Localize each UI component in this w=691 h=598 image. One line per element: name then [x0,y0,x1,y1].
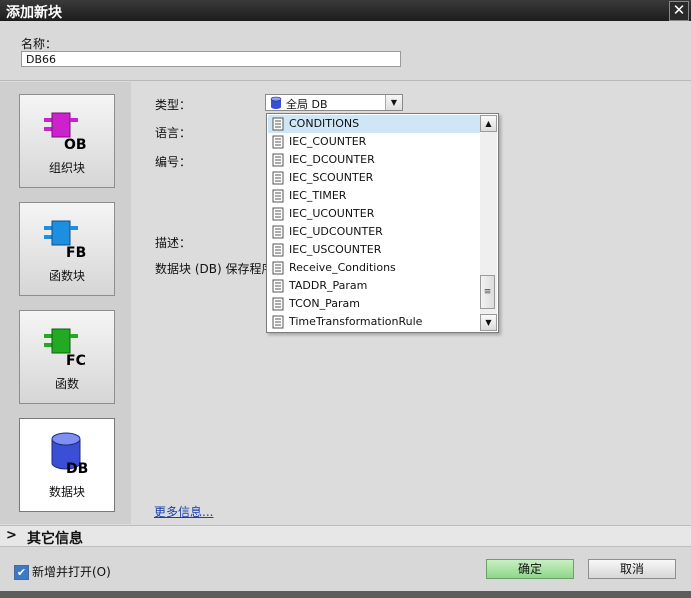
db-icon [270,96,282,109]
block-type-label: 函数 [54,377,79,391]
dropdown-option[interactable]: IEC_SCOUNTER [268,169,480,187]
add-new-block-dialog: 添加新块 ✕ 名称： DB66 OB 组织块 FB 函数块 FC 函数 DB 数… [0,0,691,598]
dropdown-option[interactable]: IEC_DCOUNTER [268,151,480,169]
data-type-icon [272,279,284,293]
data-type-icon [272,207,284,221]
dropdown-option[interactable]: TCON_Param [268,295,480,313]
window-bottom-edge [0,591,691,598]
other-info-label: 其它信息 [27,531,83,547]
name-label: 名称： [21,37,58,51]
data-type-icon [272,171,284,185]
dropdown-option-label: TCON_Param [289,297,361,310]
dropdown-option[interactable]: CONDITIONS [268,115,480,133]
dropdown-option[interactable]: IEC_UCOUNTER [268,205,480,223]
more-info-link[interactable]: 更多信息... [154,503,213,520]
svg-text:FB: FB [66,245,86,259]
name-area: 名称： DB66 [0,21,691,81]
type-label: 类型： [155,98,192,112]
dialog-title: 添加新块 [6,5,62,21]
db-description-text: 数据块 (DB) 保存程序 [155,262,274,276]
dropdown-option-label: IEC_SCOUNTER [289,171,374,184]
dropdown-option-label: IEC_DCOUNTER [289,153,375,166]
close-icon: ✕ [672,1,686,19]
dropdown-option-label: IEC_UDCOUNTER [289,225,383,238]
fc-block-icon: FC [44,328,86,367]
data-type-icon [272,117,284,131]
dropdown-option[interactable]: IEC_USCOUNTER [268,241,480,259]
svg-text:OB: OB [64,137,87,151]
type-select-value: 全局 DB [286,98,328,111]
dropdown-option[interactable]: IEC_COUNTER [268,133,480,151]
type-select[interactable]: 全局 DB ▼ [265,94,403,111]
dropdown-scrollbar[interactable]: ▲ ≡ ▼ [480,115,497,331]
dropdown-option[interactable]: TimeTransformationRule [268,313,480,331]
dropdown-option[interactable]: Receive_Conditions [268,259,480,277]
block-type-label: 数据块 [48,485,85,499]
cancel-button[interactable]: 取消 [588,559,676,579]
db-block-icon: DB [51,432,88,475]
dropdown-option-label: IEC_COUNTER [289,135,367,148]
add-and-open-checkbox[interactable]: ✔ [14,565,29,580]
fb-block-icon: FB [44,220,86,259]
type-dropdown-list[interactable]: CONDITIONS IEC_COUNTER IEC_DCOUNTER IEC_SCO… [266,113,499,333]
data-type-icon [272,153,284,167]
ok-button[interactable]: 确定 [486,559,574,579]
data-type-icon [272,135,284,149]
block-type-db[interactable]: DB 数据块 [19,418,115,512]
data-type-icon [272,315,284,329]
chevron-right-icon[interactable]: > [6,528,17,543]
chevron-down-icon[interactable]: ▼ [385,95,402,110]
title-bar[interactable]: 添加新块 ✕ [0,0,691,21]
data-type-icon [272,297,284,311]
svg-text:DB: DB [66,461,88,475]
block-type-fc[interactable]: FC 函数 [19,310,115,404]
number-label: 编号： [155,155,192,169]
svg-text:FC: FC [66,353,86,367]
dropdown-option-label: IEC_UCOUNTER [289,207,375,220]
scroll-down-button[interactable]: ▼ [480,314,497,331]
block-type-panel: OB 组织块 FB 函数块 FC 函数 DB 数据块 [0,82,131,524]
block-type-ob[interactable]: OB 组织块 [19,94,115,188]
other-info-section[interactable]: > 其它信息 [0,525,691,547]
dropdown-option-label: TADDR_Param [289,279,368,292]
dropdown-option-label: IEC_TIMER [289,189,347,202]
data-type-icon [272,261,284,275]
block-type-label: 组织块 [48,161,85,175]
block-type-label: 函数块 [48,269,85,283]
dropdown-option[interactable]: TADDR_Param [268,277,480,295]
dropdown-option-label: IEC_USCOUNTER [289,243,382,256]
scroll-up-button[interactable]: ▲ [480,115,497,132]
block-type-fb[interactable]: FB 函数块 [19,202,115,296]
scroll-thumb[interactable]: ≡ [480,275,495,309]
language-label: 语言： [155,126,192,140]
description-label: 描述： [155,236,192,250]
dropdown-option[interactable]: IEC_TIMER [268,187,480,205]
dropdown-option-label: Receive_Conditions [289,261,396,274]
data-type-icon [272,189,284,203]
data-type-icon [272,243,284,257]
close-button[interactable]: ✕ [669,1,689,21]
name-input[interactable]: DB66 [21,51,401,67]
dropdown-option-label: TimeTransformationRule [289,315,423,328]
dropdown-option[interactable]: IEC_UDCOUNTER [268,223,480,241]
data-type-icon [272,225,284,239]
dropdown-option-label: CONDITIONS [289,117,360,130]
ob-block-icon: OB [44,112,87,151]
add-and-open-label[interactable]: 新增并打开(O) [32,563,111,580]
